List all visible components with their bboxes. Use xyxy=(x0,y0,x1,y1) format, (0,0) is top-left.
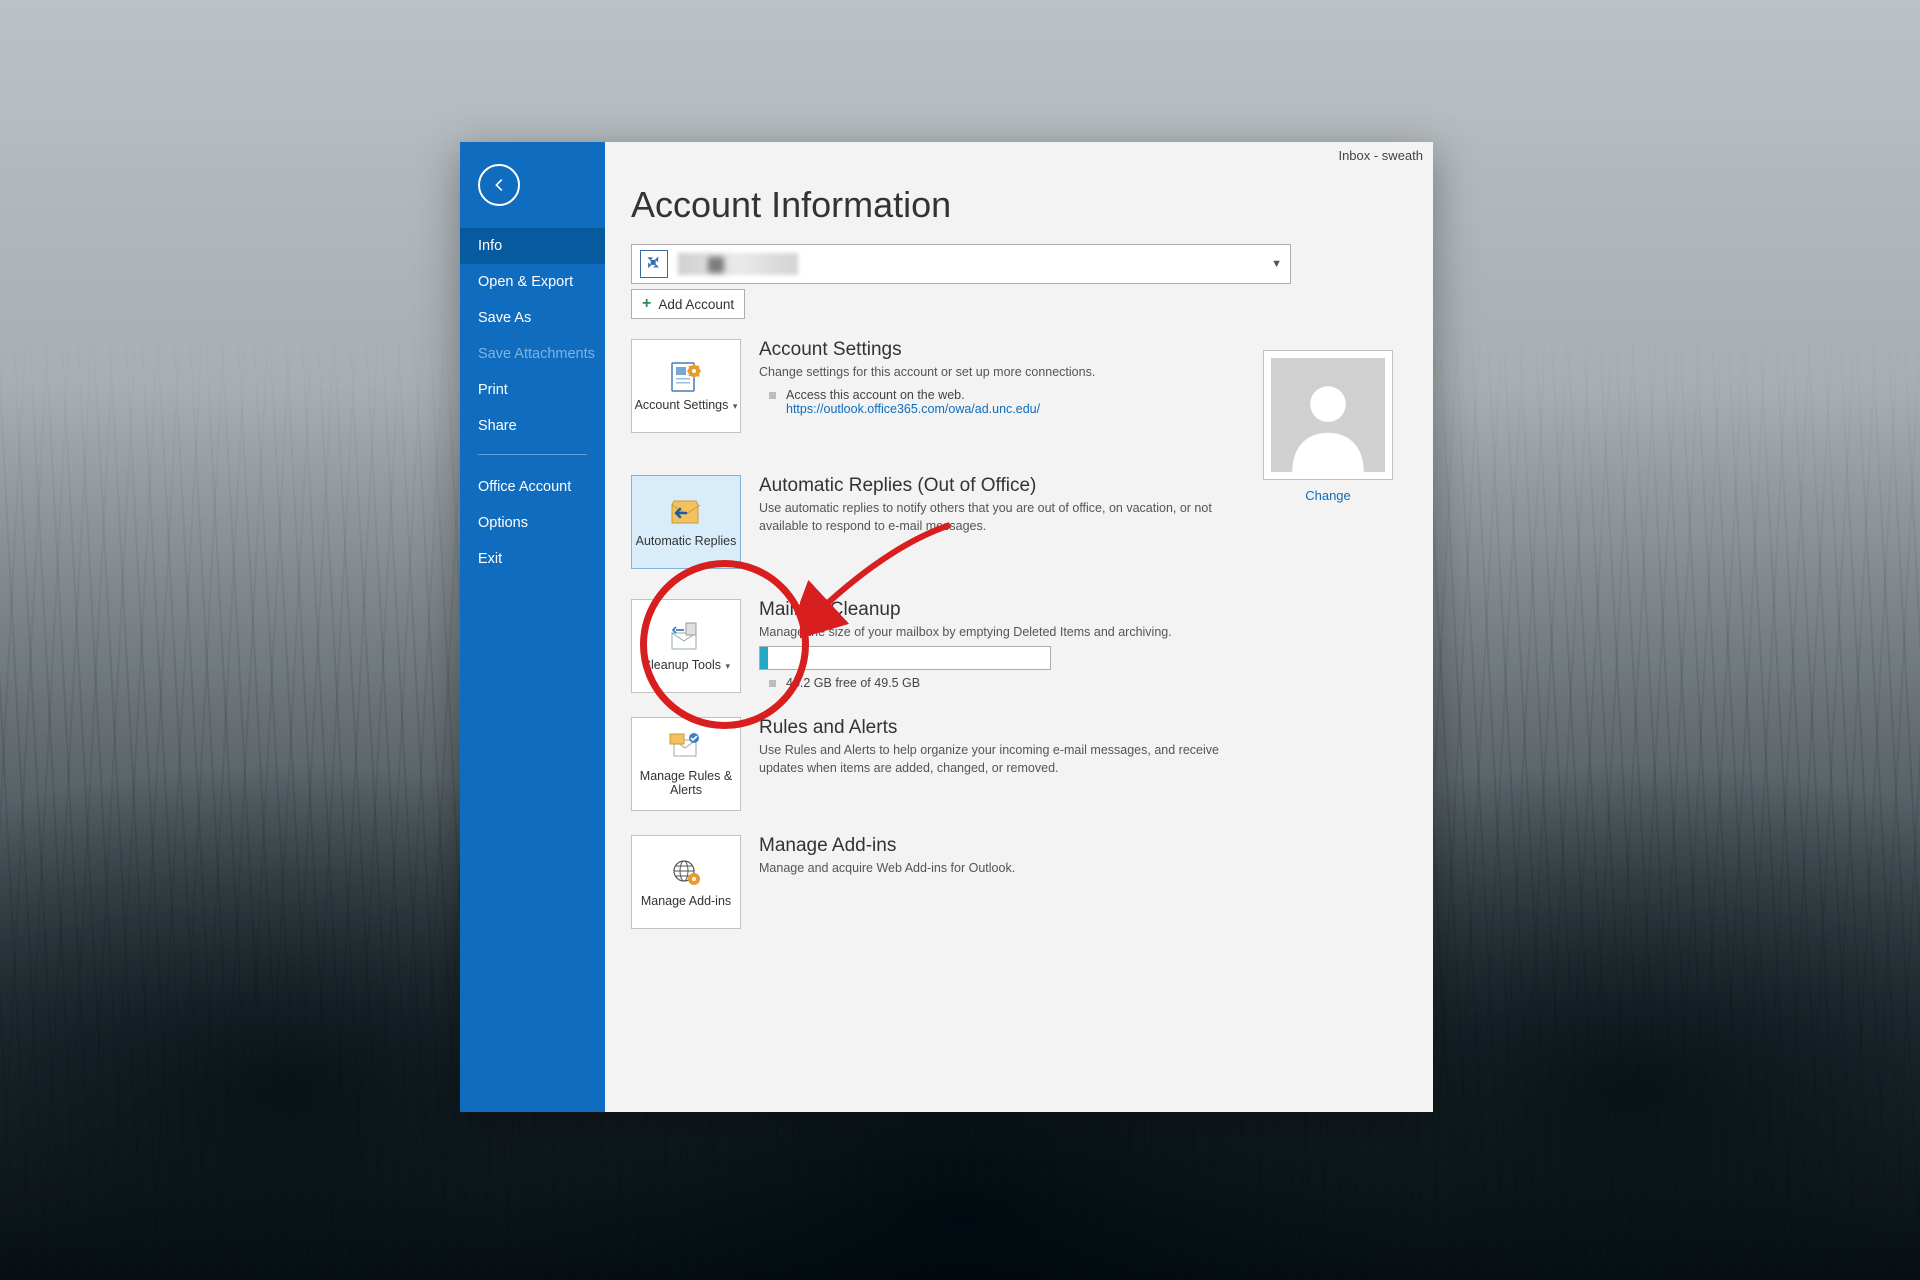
sidebar-item-office-account[interactable]: Office Account xyxy=(460,469,605,505)
account-settings-icon xyxy=(668,361,704,393)
manage-rules-alerts-button[interactable]: Manage Rules & Alerts xyxy=(631,717,741,811)
window-title: Inbox - sweath xyxy=(1338,148,1423,163)
arrow-left-icon xyxy=(490,176,508,194)
cleanup-tools-button[interactable]: Cleanup Tools ▾ xyxy=(631,599,741,693)
automatic-replies-button[interactable]: Automatic Replies xyxy=(631,475,741,569)
automatic-replies-desc: Use automatic replies to notify others t… xyxy=(759,500,1259,535)
section-mailbox-cleanup: Cleanup Tools ▾ Mailbox Cleanup Manage t… xyxy=(631,599,1419,693)
account-settings-button-label: Account Settings xyxy=(635,398,729,412)
cleanup-tools-button-label: Cleanup Tools xyxy=(642,658,721,672)
outlook-backstage-window: Info Open & Export Save As Save Attachme… xyxy=(460,142,1433,1112)
mailbox-cleanup-desc: Manage the size of your mailbox by empty… xyxy=(759,624,1172,642)
sidebar-item-save-attachments: Save Attachments xyxy=(460,336,605,372)
section-manage-addins: Manage Add-ins Manage Add-ins Manage and… xyxy=(631,835,1419,929)
automatic-replies-icon xyxy=(668,497,704,529)
plus-icon: + xyxy=(642,295,651,313)
manage-addins-desc: Manage and acquire Web Add-ins for Outlo… xyxy=(759,860,1015,878)
sidebar-item-share[interactable]: Share xyxy=(460,408,605,444)
owa-url-link[interactable]: https://outlook.office365.com/owa/ad.unc… xyxy=(786,402,1040,416)
manage-addins-button[interactable]: Manage Add-ins xyxy=(631,835,741,929)
automatic-replies-title: Automatic Replies (Out of Office) xyxy=(759,475,1259,497)
account-avatar-area: Change xyxy=(1263,350,1393,503)
dropdown-caret-icon: ▼ xyxy=(1271,258,1282,270)
storage-bar-fill xyxy=(760,647,768,669)
backstage-sidebar: Info Open & Export Save As Save Attachme… xyxy=(460,142,605,1112)
mailbox-cleanup-title: Mailbox Cleanup xyxy=(759,599,1172,621)
storage-free-text: 48.2 GB free of 49.5 GB xyxy=(786,676,920,690)
exchange-icon xyxy=(640,250,668,278)
dropdown-caret-icon: ▾ xyxy=(723,661,730,671)
back-button[interactable] xyxy=(478,164,520,206)
bullet-icon xyxy=(769,680,776,687)
cleanup-tools-icon xyxy=(668,621,704,653)
dropdown-caret-icon: ▾ xyxy=(730,401,737,411)
sidebar-item-open-export[interactable]: Open & Export xyxy=(460,264,605,300)
change-photo-link[interactable]: Change xyxy=(1263,488,1393,503)
sidebar-divider xyxy=(478,454,587,455)
account-settings-button[interactable]: Account Settings ▾ xyxy=(631,339,741,433)
avatar-frame xyxy=(1263,350,1393,480)
sidebar-item-print[interactable]: Print xyxy=(460,372,605,408)
rules-alerts-icon xyxy=(668,732,704,764)
section-rules-alerts: Manage Rules & Alerts Rules and Alerts U… xyxy=(631,717,1419,811)
manage-rules-alerts-button-label: Manage Rules & Alerts xyxy=(632,769,740,797)
bullet-icon xyxy=(769,392,776,399)
sidebar-item-options[interactable]: Options xyxy=(460,505,605,541)
rules-alerts-title: Rules and Alerts xyxy=(759,717,1259,739)
addins-icon xyxy=(668,857,704,889)
avatar-placeholder-icon xyxy=(1271,358,1385,472)
page-title: Account Information xyxy=(631,184,1419,226)
account-selector[interactable]: ▼ xyxy=(631,244,1291,284)
manage-addins-button-label: Manage Add-ins xyxy=(641,894,731,908)
manage-addins-title: Manage Add-ins xyxy=(759,835,1015,857)
add-account-label: Add Account xyxy=(658,297,734,312)
backstage-content: Inbox - sweath Account Information ▼ + A… xyxy=(605,142,1433,1112)
account-settings-title: Account Settings xyxy=(759,339,1095,361)
account-email-redacted xyxy=(678,253,798,275)
rules-alerts-desc: Use Rules and Alerts to help organize yo… xyxy=(759,742,1259,777)
owa-access-text: Access this account on the web. xyxy=(786,388,1040,402)
sidebar-item-save-as[interactable]: Save As xyxy=(460,300,605,336)
automatic-replies-button-label: Automatic Replies xyxy=(636,534,737,548)
add-account-button[interactable]: + Add Account xyxy=(631,289,745,319)
sidebar-item-info[interactable]: Info xyxy=(460,228,605,264)
account-settings-desc: Change settings for this account or set … xyxy=(759,364,1095,382)
sidebar-item-exit[interactable]: Exit xyxy=(460,541,605,577)
storage-bar xyxy=(759,646,1051,670)
